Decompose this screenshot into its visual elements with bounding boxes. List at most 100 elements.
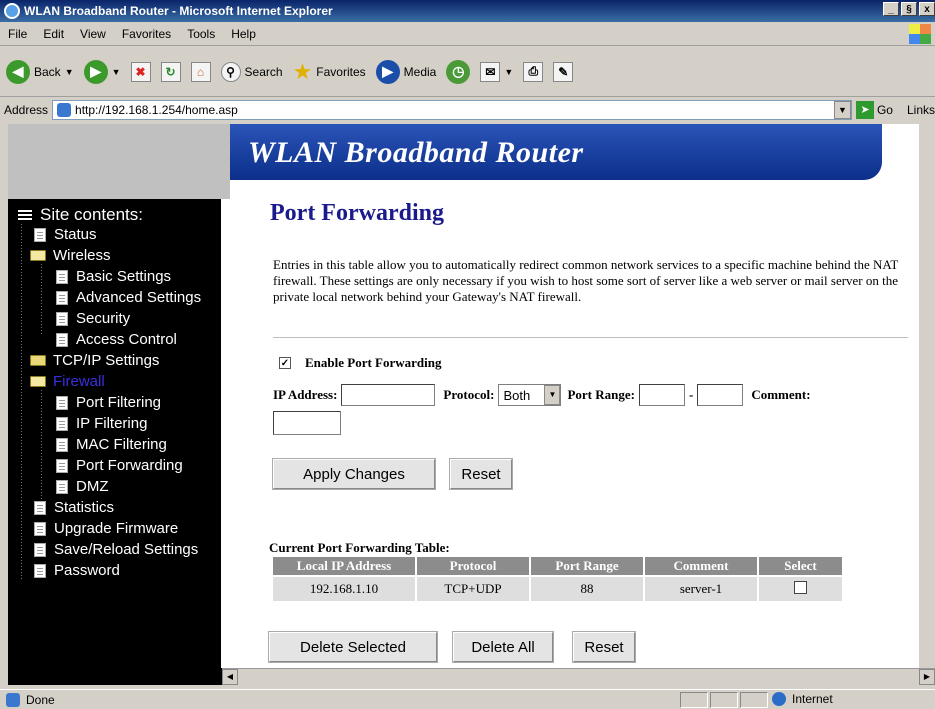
menu-tools[interactable]: Tools — [179, 27, 223, 41]
enable-port-forwarding-label: Enable Port Forwarding — [305, 355, 442, 370]
port-range-end-input[interactable] — [697, 384, 744, 406]
edit-icon[interactable]: ✎ — [553, 61, 574, 82]
go-button[interactable]: ➤ Go — [855, 101, 893, 119]
address-input[interactable]: http://192.168.1.254/home.asp ▼ — [52, 100, 852, 120]
comment-label: Comment: — [751, 387, 811, 402]
document-icon — [56, 290, 68, 305]
star-icon: ★ — [292, 58, 313, 84]
menu-view[interactable]: View — [72, 27, 114, 41]
back-button[interactable]: ◀ Back ▼ — [6, 59, 74, 84]
rule-form: IP Address: Protocol: Both ▼ Port Range:… — [273, 384, 811, 406]
sidebar-item-tcpip-settings[interactable]: TCP/IP Settings — [30, 350, 159, 371]
menu-help[interactable]: Help — [223, 27, 264, 41]
maximize-button[interactable]: § — [901, 2, 917, 16]
menu-file[interactable]: File — [0, 27, 35, 41]
scroll-left-icon[interactable]: ◀ — [222, 669, 238, 685]
print-icon[interactable]: ⎙ — [523, 61, 544, 82]
go-label: Go — [876, 103, 893, 117]
document-icon — [34, 227, 46, 242]
minimize-button[interactable]: _ — [883, 2, 899, 16]
back-dropdown-icon[interactable]: ▼ — [65, 67, 74, 77]
sidebar-item-basic-settings[interactable]: Basic Settings — [56, 266, 171, 287]
sidebar-item-status[interactable]: Status — [34, 224, 97, 245]
refresh-icon[interactable]: ↻ — [160, 61, 181, 82]
mail-dropdown-icon[interactable]: ▼ — [504, 67, 513, 77]
row-select-checkbox[interactable] — [794, 580, 807, 594]
table-row: 192.168.1.10 TCP+UDP 88 server-1 — [273, 577, 842, 601]
port-range-label: Port Range: — [567, 387, 635, 402]
sidebar-item-dmz[interactable]: DMZ — [56, 476, 109, 497]
address-dropdown-icon[interactable]: ▼ — [833, 101, 851, 119]
comment-input[interactable] — [273, 411, 341, 435]
table-reset-button[interactable]: Reset — [572, 631, 636, 663]
sidebar-item-statistics[interactable]: Statistics — [34, 497, 114, 518]
vertical-scrollbar[interactable] — [919, 124, 935, 668]
col-port-range: Port Range — [531, 557, 643, 575]
search-label: Search — [244, 64, 283, 79]
forward-button[interactable]: ▶ ▼ — [83, 59, 121, 84]
delete-selected-button[interactable]: Delete Selected — [268, 631, 438, 663]
delete-all-button[interactable]: Delete All — [452, 631, 554, 663]
enable-port-forwarding-checkbox[interactable]: ✓ — [279, 357, 291, 369]
sidebar-item-password[interactable]: Password — [34, 560, 120, 581]
ip-address-input[interactable] — [341, 384, 436, 406]
main-content: Port Forwarding Entries in this table al… — [258, 180, 928, 668]
table-header-row: Local IP Address Protocol Port Range Com… — [273, 557, 842, 575]
sidebar-top-panel — [8, 124, 230, 199]
favorites-button[interactable]: ★ Favorites — [293, 59, 366, 85]
links-button[interactable]: Links — [907, 103, 935, 117]
menu-favorites[interactable]: Favorites — [114, 27, 179, 41]
port-range-start-input[interactable] — [638, 384, 685, 406]
sidebar-item-advanced-settings[interactable]: Advanced Settings — [56, 287, 201, 308]
scroll-right-icon[interactable]: ▶ — [919, 669, 935, 685]
menu-edit[interactable]: Edit — [35, 27, 72, 41]
cell-comment: server-1 — [645, 577, 757, 601]
document-icon — [56, 479, 68, 494]
sidebar-item-mac-filtering[interactable]: MAC Filtering — [56, 434, 167, 455]
enable-port-forwarding: ✓ Enable Port Forwarding — [279, 355, 442, 371]
home-icon[interactable]: ⌂ — [190, 61, 211, 82]
mail-icon[interactable]: ✉ — [480, 61, 501, 82]
address-url: http://192.168.1.254/home.asp — [75, 103, 238, 117]
page-title: Port Forwarding — [270, 200, 444, 226]
sidebar-item-ip-filtering[interactable]: IP Filtering — [56, 413, 147, 434]
protocol-select[interactable]: Both ▼ — [498, 384, 562, 406]
sidebar-item-firewall[interactable]: Firewall — [30, 371, 105, 392]
site-contents-icon — [18, 210, 32, 220]
sidebar-heading-label: Site contents: — [40, 205, 144, 224]
divider — [273, 337, 908, 338]
document-icon — [56, 395, 68, 410]
status-bar: Done Internet — [0, 689, 935, 709]
forwarding-table: Local IP Address Protocol Port Range Com… — [271, 555, 844, 603]
forward-dropdown-icon[interactable]: ▼ — [112, 67, 121, 77]
sidebar-item-wireless[interactable]: Wireless — [30, 245, 111, 266]
close-button[interactable]: x — [919, 2, 935, 16]
address-label: Address — [4, 103, 49, 117]
chevron-down-icon[interactable]: ▼ — [544, 385, 561, 405]
media-button[interactable]: ▶ Media — [375, 59, 436, 84]
sidebar-item-upgrade-firmware[interactable]: Upgrade Firmware — [34, 518, 178, 539]
zone-label: Internet — [792, 692, 833, 706]
windows-logo-icon — [909, 24, 931, 44]
document-icon — [56, 269, 68, 284]
col-protocol: Protocol — [417, 557, 529, 575]
stop-icon[interactable]: ✖ — [130, 61, 151, 82]
history-icon[interactable]: ◷ — [446, 59, 471, 84]
ip-address-label: IP Address: — [273, 387, 338, 402]
search-button[interactable]: ⚲ Search — [220, 61, 283, 82]
sidebar-item-save-reload-settings[interactable]: Save/Reload Settings — [34, 539, 198, 560]
forward-arrow-icon: ▶ — [83, 59, 108, 84]
sidebar-heading: Site contents: — [18, 205, 143, 225]
ie-icon — [4, 3, 20, 19]
sidebar-item-port-forwarding[interactable]: Port Forwarding — [56, 455, 183, 476]
menu-bar: File Edit View Favorites Tools Help — [0, 22, 935, 46]
sidebar-item-security[interactable]: Security — [56, 308, 130, 329]
horizontal-scrollbar[interactable]: ◀ ▶ — [222, 668, 935, 685]
sidebar-item-port-filtering[interactable]: Port Filtering — [56, 392, 161, 413]
reset-button[interactable]: Reset — [449, 458, 513, 490]
folder-open-icon — [30, 250, 46, 261]
page-done-icon — [6, 692, 20, 707]
sidebar-item-access-control[interactable]: Access Control — [56, 329, 177, 350]
banner-title: WLAN Broadband Router — [248, 136, 584, 169]
apply-changes-button[interactable]: Apply Changes — [272, 458, 436, 490]
